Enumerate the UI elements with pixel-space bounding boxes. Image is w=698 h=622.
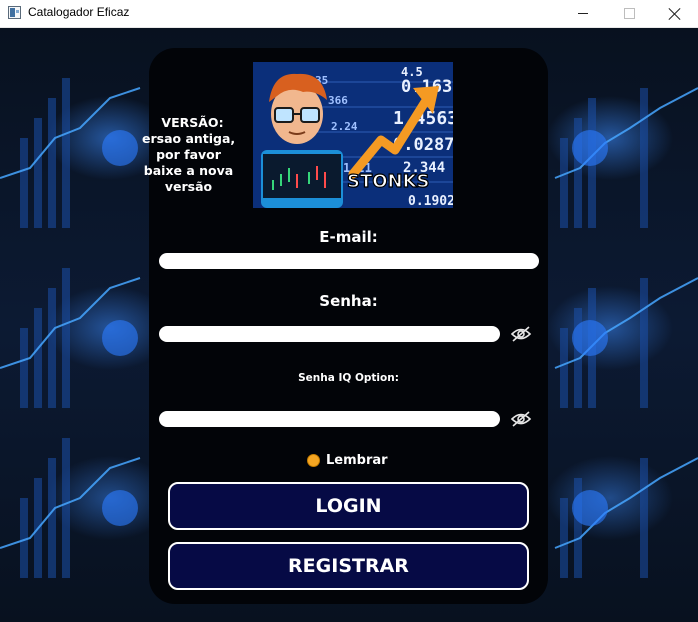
toggle-password-visibility-icon[interactable] (510, 325, 532, 343)
maximize-button[interactable] (606, 0, 652, 27)
version-message-line: ersao antiga, (142, 131, 236, 146)
version-notice: VERSÃO: ersao antiga, por favor baixe a … (142, 115, 235, 195)
email-field[interactable] (159, 253, 539, 269)
iq-password-field[interactable] (159, 411, 500, 427)
window-title: Catalogador Eficaz (28, 5, 130, 19)
password-field[interactable] (159, 326, 500, 342)
register-button[interactable]: REGISTRAR (168, 542, 529, 590)
close-button[interactable] (652, 0, 698, 27)
login-button[interactable]: LOGIN (168, 482, 529, 530)
close-icon (669, 8, 681, 20)
stonks-caption: STONKS (347, 171, 430, 192)
stonks-number: 0.1902 (408, 194, 453, 208)
stonks-illustration: 0.163 4.5 1.4563 0.0287 2.344 1.21 0.190… (253, 62, 453, 208)
version-message-line: baixe a nova (143, 163, 234, 178)
minimize-icon (578, 13, 588, 14)
maximize-icon (623, 8, 635, 19)
stonks-banner-image: 0.163 4.5 1.4563 0.0287 2.344 1.21 0.190… (253, 62, 453, 208)
stonks-number: 366 (328, 94, 348, 107)
title-bar: Catalogador Eficaz (0, 0, 698, 28)
password-label: Senha: (319, 292, 378, 310)
version-message-line: por favor (156, 147, 221, 162)
email-label: E-mail: (319, 228, 378, 246)
remember-label: Lembrar (326, 453, 388, 468)
stonks-number: 4.5 (401, 65, 423, 79)
version-message-line: versão (164, 179, 213, 194)
stonks-number: 2.24 (331, 120, 358, 133)
iq-password-label: Senha IQ Option: (298, 372, 399, 384)
minimize-button[interactable] (560, 0, 606, 27)
app-window-icon (8, 6, 21, 19)
version-title: VERSÃO: (161, 115, 224, 130)
remember-radio-icon[interactable] (307, 454, 320, 467)
remember-option[interactable]: Lembrar (307, 453, 388, 468)
toggle-iq-password-visibility-icon[interactable] (510, 410, 532, 428)
